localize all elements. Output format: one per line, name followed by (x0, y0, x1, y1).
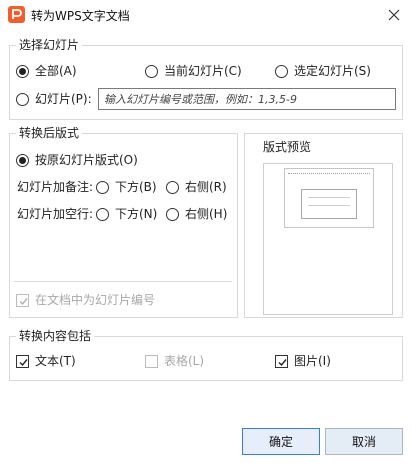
radio-current-label: 当前幻灯片(C) (164, 64, 242, 78)
radio-notes-below-label: 下方(B) (115, 180, 157, 194)
text-check-indicator (16, 355, 29, 368)
radio-current-indicator (145, 65, 158, 78)
radio-current-slide[interactable]: 当前幻灯片(C) (145, 64, 242, 79)
radio-range-label: 幻灯片(P): (35, 92, 92, 106)
slide-number-label: 在文档中为幻灯片编号 (35, 293, 156, 307)
radio-range-indicator (16, 93, 29, 106)
radio-notes-right-label: 右侧(R) (185, 180, 227, 194)
layout-preview-page (263, 163, 393, 315)
layout-divider (14, 281, 232, 282)
cancel-button[interactable]: 取消 (325, 428, 403, 455)
layout-preview-title: 版式预览 (263, 140, 312, 154)
radio-selected-slides[interactable]: 选定幻灯片(S) (275, 64, 371, 79)
image-check-indicator (275, 355, 288, 368)
radio-slide-range[interactable]: 幻灯片(P): (16, 92, 92, 107)
preview-content-placeholder (301, 189, 357, 219)
text-checkbox[interactable]: 文本(T) (16, 354, 76, 369)
radio-all-slides[interactable]: 全部(A) (16, 64, 77, 79)
radio-blank-right[interactable]: 右侧(H) (166, 207, 227, 222)
radio-selected-indicator (275, 65, 288, 78)
blank-row-label: 幻灯片加空行: (17, 207, 94, 221)
checkmark-icon (278, 359, 287, 367)
title-bar: 转为WPS文字文档 (0, 0, 412, 30)
radio-blank-below-indicator (96, 208, 109, 221)
checkmark-icon (19, 359, 28, 367)
checkmark-icon (19, 298, 28, 306)
close-button[interactable] (384, 5, 404, 25)
radio-blank-below[interactable]: 下方(N) (96, 207, 157, 222)
text-label: 文本(T) (35, 354, 76, 368)
radio-notes-below-indicator (96, 181, 109, 194)
table-label: 表格(L) (164, 354, 205, 368)
radio-all-label: 全部(A) (35, 64, 77, 78)
image-checkbox[interactable]: 图片(I) (275, 354, 331, 369)
close-icon (388, 9, 400, 21)
layout-legend: 转换后版式 (16, 126, 83, 141)
image-label: 图片(I) (294, 354, 331, 368)
select-slides-legend: 选择幻灯片 (16, 38, 83, 53)
radio-blank-right-indicator (166, 208, 179, 221)
slide-number-checkbox[interactable]: 在文档中为幻灯片编号 (16, 293, 155, 308)
preview-title-placeholder (288, 173, 370, 174)
slide-number-check-indicator (16, 294, 29, 307)
table-checkbox[interactable]: 表格(L) (145, 354, 204, 369)
window-title: 转为WPS文字文档 (31, 9, 130, 23)
wps-presentation-logo-icon (8, 6, 25, 23)
ok-button[interactable]: 确定 (242, 428, 320, 455)
radio-original-label: 按原幻灯片版式(O) (35, 153, 138, 167)
radio-notes-right[interactable]: 右侧(R) (166, 180, 227, 195)
table-check-indicator (145, 355, 158, 368)
radio-blank-right-label: 右侧(H) (185, 207, 228, 221)
radio-blank-below-label: 下方(N) (115, 207, 158, 221)
slide-range-input[interactable] (98, 88, 396, 110)
preview-slide-thumbnail (284, 168, 374, 228)
notes-row-label: 幻灯片加备注: (17, 180, 94, 194)
radio-original-indicator (16, 154, 29, 167)
radio-notes-below[interactable]: 下方(B) (96, 180, 157, 195)
radio-notes-right-indicator (166, 181, 179, 194)
content-legend: 转换内容包括 (16, 329, 95, 344)
radio-selected-label: 选定幻灯片(S) (294, 64, 371, 78)
radio-all-indicator (16, 65, 29, 78)
radio-original-layout[interactable]: 按原幻灯片版式(O) (16, 153, 138, 168)
